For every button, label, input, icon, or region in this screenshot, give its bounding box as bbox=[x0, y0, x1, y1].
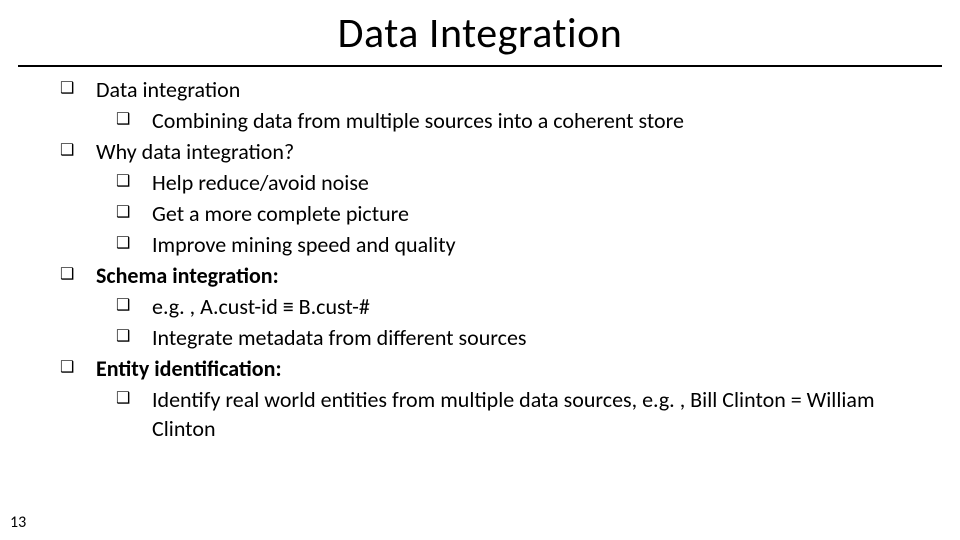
bullet-item: Schema integration: e.g. , A.cust-id ≡ B… bbox=[40, 261, 920, 352]
sub-bullet-item: Help reduce/avoid noise bbox=[96, 168, 920, 197]
bullet-text: Integrate metadata from different source… bbox=[152, 324, 527, 351]
bullet-text: Entity identification: bbox=[96, 355, 282, 382]
bullet-item: Entity identification: Identify real wor… bbox=[40, 354, 920, 443]
bullet-text: Combining data from multiple sources int… bbox=[152, 107, 684, 134]
sub-bullet-item: Integrate metadata from different source… bbox=[96, 323, 920, 352]
bullet-text: Help reduce/avoid noise bbox=[152, 169, 369, 196]
page-number: 13 bbox=[10, 513, 26, 532]
bullet-list: Data integration Combining data from mul… bbox=[40, 75, 920, 443]
sub-bullet-list: Combining data from multiple sources int… bbox=[96, 106, 920, 135]
bullet-text: Why data integration? bbox=[96, 138, 294, 165]
slide-content: Data integration Combining data from mul… bbox=[0, 75, 960, 443]
sub-bullet-item: Improve mining speed and quality bbox=[96, 230, 920, 259]
bullet-text: Improve mining speed and quality bbox=[152, 231, 456, 258]
sub-bullet-list: Help reduce/avoid noise Get a more compl… bbox=[96, 168, 920, 259]
sub-bullet-list: e.g. , A.cust-id ≡ B.cust-# Integrate me… bbox=[96, 292, 920, 352]
bullet-item: Data integration Combining data from mul… bbox=[40, 75, 920, 135]
sub-bullet-list: Identify real world entities from multip… bbox=[96, 385, 920, 443]
bullet-text: Get a more complete picture bbox=[152, 200, 409, 227]
title-rule bbox=[18, 65, 942, 67]
sub-bullet-item: Combining data from multiple sources int… bbox=[96, 106, 920, 135]
bullet-text: Identify real world entities from multip… bbox=[152, 386, 875, 442]
bullet-item: Why data integration? Help reduce/avoid … bbox=[40, 137, 920, 259]
bullet-text: e.g. , A.cust-id ≡ B.cust-# bbox=[152, 293, 370, 320]
sub-bullet-item: Get a more complete picture bbox=[96, 199, 920, 228]
bullet-text: Data integration bbox=[96, 76, 240, 103]
sub-bullet-item: e.g. , A.cust-id ≡ B.cust-# bbox=[96, 292, 920, 321]
slide-title: Data Integration bbox=[0, 0, 960, 65]
slide: Data Integration Data integration Combin… bbox=[0, 0, 960, 540]
sub-bullet-item: Identify real world entities from multip… bbox=[96, 385, 920, 443]
bullet-text: Schema integration: bbox=[96, 262, 279, 289]
